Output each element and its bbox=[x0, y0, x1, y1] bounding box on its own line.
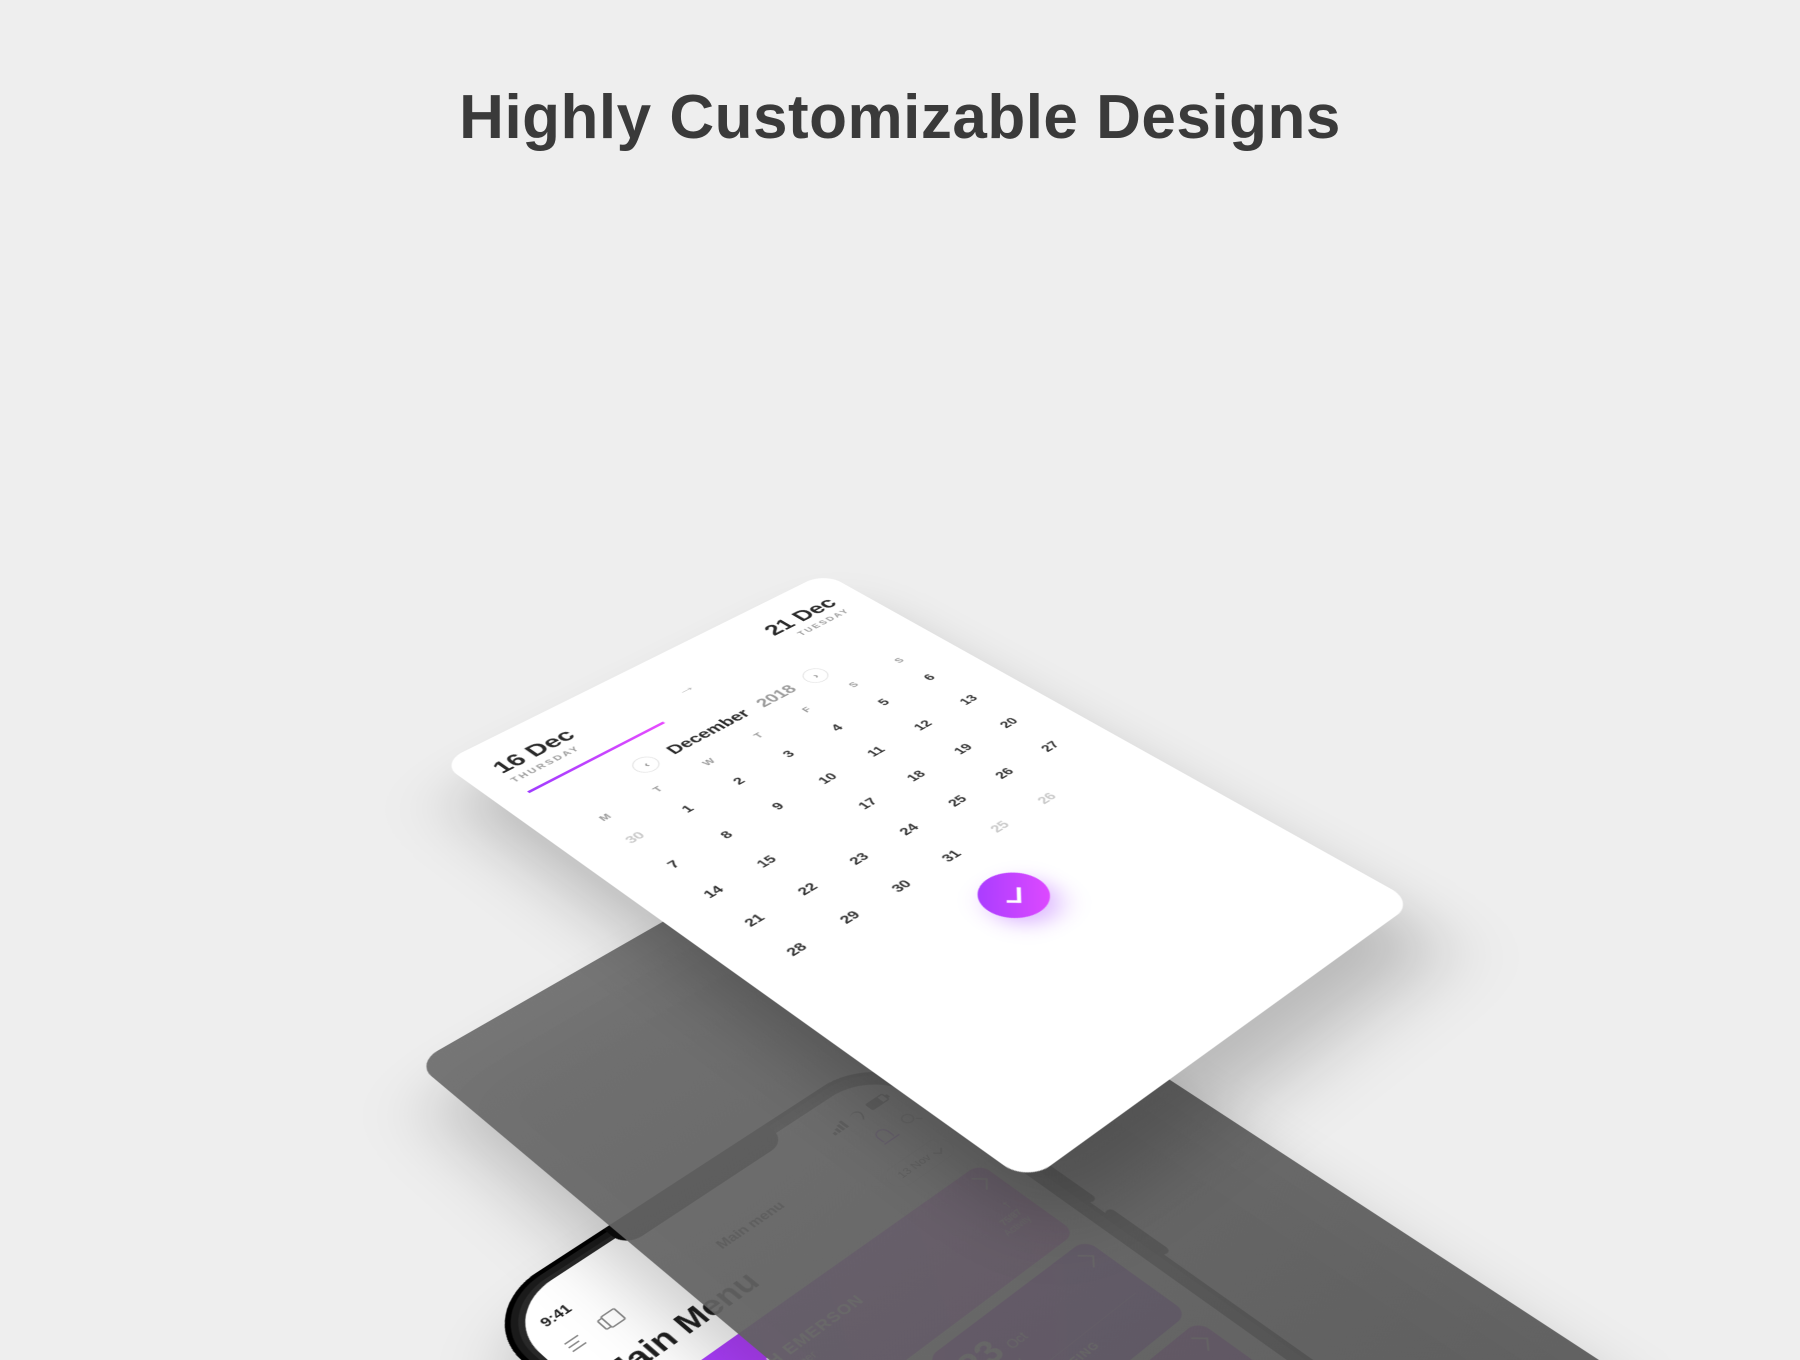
calendar-day[interactable]: 19 bbox=[929, 730, 997, 769]
calendar-day[interactable]: 25 bbox=[965, 806, 1036, 849]
calendar-day[interactable]: 18 bbox=[882, 756, 951, 797]
calendar-day[interactable]: 16 bbox=[782, 811, 854, 854]
next-month-button[interactable]: › bbox=[797, 666, 833, 686]
calendar-day[interactable]: 21 bbox=[717, 897, 792, 944]
calendar-day[interactable]: 31 bbox=[916, 834, 988, 878]
calendar-day[interactable]: 26 bbox=[1012, 778, 1082, 820]
calendar-day[interactable]: 17 bbox=[833, 783, 904, 825]
calendar-day[interactable]: 20 bbox=[976, 704, 1043, 742]
calendar-day[interactable]: 10 bbox=[793, 758, 863, 799]
calendar-day[interactable]: 4 bbox=[803, 709, 871, 748]
calendar-day[interactable]: 15 bbox=[730, 840, 803, 884]
calendar-day[interactable]: 24 bbox=[874, 808, 945, 851]
calendar-day[interactable]: 9 bbox=[743, 786, 814, 828]
calendar-day[interactable]: 8 bbox=[691, 814, 763, 857]
status-time: 9:41 bbox=[537, 1301, 576, 1330]
check-icon bbox=[1006, 887, 1021, 903]
calendar-day[interactable]: 13 bbox=[936, 681, 1002, 718]
calendar-day[interactable]: 6 bbox=[897, 659, 963, 695]
calendar-day[interactable]: 28 bbox=[759, 926, 835, 975]
calendar-day[interactable]: 14 bbox=[676, 869, 750, 915]
prev-month-button[interactable]: ‹ bbox=[627, 753, 665, 775]
calendar-day[interactable]: 7 bbox=[637, 842, 711, 887]
calendar-day[interactable]: 30 bbox=[599, 816, 672, 859]
calendar-day[interactable]: 11 bbox=[842, 732, 911, 772]
calendar-day[interactable]: 5 bbox=[851, 684, 918, 721]
calendar-day[interactable]: 12 bbox=[889, 706, 956, 744]
calendar-day[interactable]: 3 bbox=[754, 735, 823, 775]
calendar-day[interactable]: 23 bbox=[823, 837, 896, 881]
confirm-button[interactable] bbox=[963, 863, 1065, 927]
calendar-day[interactable]: 25 bbox=[923, 780, 993, 822]
calendar-day bbox=[1059, 751, 1127, 791]
calendar-day[interactable]: 22 bbox=[771, 867, 845, 913]
range-arrow-icon: → bbox=[669, 680, 700, 698]
calendar-day[interactable]: 27 bbox=[1017, 727, 1085, 766]
calendar-day[interactable]: 29 bbox=[813, 894, 888, 941]
copy-icon[interactable] bbox=[596, 1313, 618, 1330]
calendar-day[interactable]: 1 bbox=[652, 788, 723, 830]
menu-icon[interactable] bbox=[562, 1331, 591, 1354]
calendar-day[interactable]: 2 bbox=[704, 761, 774, 802]
calendar-day[interactable]: 30 bbox=[865, 864, 938, 910]
calendar-day[interactable]: 26 bbox=[970, 753, 1039, 793]
year-label: 2018 bbox=[751, 682, 801, 710]
